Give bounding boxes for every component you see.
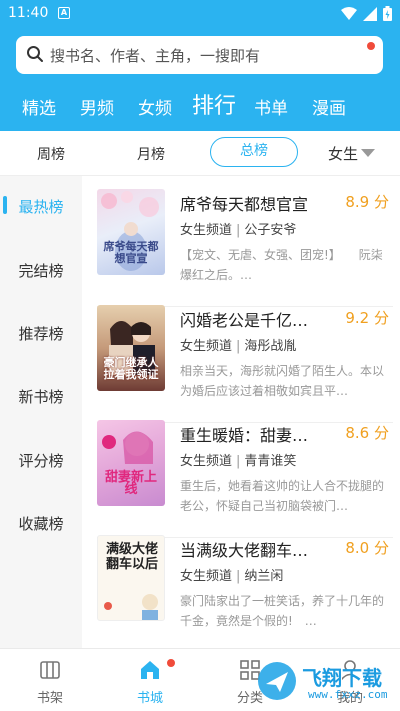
book-cover[interactable]: 甜妻新上线 [97, 420, 165, 506]
book-score: 8.9 分 [345, 193, 389, 211]
rank-period-tabs: 周榜 月榜 总榜 女生 [0, 131, 400, 176]
status-bar: 11:40 A [0, 0, 400, 28]
cover-title: 满级大佬翻车以后 [105, 542, 158, 572]
book-description: 相亲当天，海彤就闪婚了陌生人。本以为婚后应该过着相敬如宾且平… [180, 364, 385, 398]
book-channel: 女生频道 [180, 223, 233, 238]
nav-tab-female[interactable]: 女频 [138, 94, 172, 119]
top-nav: 精选 男频 女频 排行 书单 漫画 [0, 88, 400, 124]
wifi-icon [341, 6, 357, 20]
notification-dot [367, 42, 375, 50]
sidebar-item-new[interactable]: 新书榜 [0, 386, 82, 407]
tab-monthly[interactable]: 月榜 [137, 144, 165, 164]
sidebar-item-completed[interactable]: 完结榜 [0, 260, 82, 281]
nav-tab-booklist[interactable]: 书单 [254, 94, 288, 119]
battery-icon [383, 6, 392, 21]
app-header: 11:40 A 搜书名、作者、主角，一搜即有 精选 男频 女频 排行 书单 漫画 [0, 0, 400, 131]
tab-overall[interactable]: 总榜 [210, 137, 298, 167]
search-icon [27, 46, 43, 62]
search-placeholder: 搜书名、作者、主角，一搜即有 [50, 47, 261, 65]
tab-weekly[interactable]: 周榜 [37, 144, 65, 164]
caret-down-icon[interactable] [361, 149, 375, 157]
ranking-sidebar: 最热榜 完结榜 推荐榜 新书榜 评分榜 收藏榜 [0, 176, 82, 648]
signal-icon [363, 6, 377, 21]
gender-select[interactable]: 女生 [328, 143, 358, 164]
book-author: 青青谁笑 [244, 454, 297, 469]
cover-title: 席爷每天都想官宣 [103, 240, 159, 265]
status-time: 11:40 [8, 5, 49, 21]
book-item[interactable]: 豪门继承人拉着我领证 闪婚老公是千亿… 9.2 分 女生频道 | 海彤战胤 相亲当天… [97, 305, 393, 423]
book-channel: 女生频道 [180, 339, 233, 354]
book-meta: 女生频道 | 纳兰闲 [180, 565, 283, 584]
book-title[interactable]: 重生暖婚：甜妻… [180, 422, 330, 446]
bottom-nav-label: 书架 [36, 691, 63, 706]
book-channel: 女生频道 [180, 454, 233, 469]
book-meta: 女生频道 | 海彤战胤 [180, 335, 296, 354]
nav-tab-ranking[interactable]: 排行 [192, 88, 236, 120]
book-description: 【宠文、无虐、女强、团宠!】 阮柒爆红之后。… [180, 248, 383, 282]
bottom-nav-bookstore[interactable]: 书城 [100, 649, 200, 711]
book-item[interactable]: 席爷每天都想官宣 席爷每天都想官宣 8.9 分 女生频道 | 公子安爷 【宠文、无虐… [97, 189, 393, 307]
meta-divider: | [236, 569, 241, 584]
sidebar-item-recommended[interactable]: 推荐榜 [0, 323, 82, 344]
meta-divider: | [236, 223, 241, 238]
book-score: 8.0 分 [345, 539, 389, 557]
book-score: 8.6 分 [345, 424, 389, 442]
book-description: 重生后，她看着这帅的让人合不拢腿的老公，怀疑自己当初脑袋被门… [180, 479, 385, 513]
book-meta: 女生频道 | 青青谁笑 [180, 450, 296, 469]
cover-title: 甜妻新上线 [104, 470, 157, 497]
sidebar-item-favorites[interactable]: 收藏榜 [0, 513, 82, 534]
book-item[interactable]: 甜妻新上线 重生暖婚：甜妻… 8.6 分 女生频道 | 青青谁笑 重生后，她看着这帅… [97, 420, 393, 538]
book-author: 纳兰闲 [244, 569, 284, 584]
book-meta: 女生频道 | 公子安爷 [180, 219, 296, 238]
watermark-title: 飞翔下载 [302, 666, 382, 690]
watermark-logo [258, 662, 296, 700]
bottom-nav-bookshelf[interactable]: 书架 [0, 649, 100, 711]
meta-divider: | [236, 454, 241, 469]
watermark-url: www.fxxz.com [308, 688, 388, 701]
book-item[interactable]: 满级大佬翻车以后 当满级大佬翻车… 8.0 分 女生频道 | 纳兰闲 豪门陆家出了一… [97, 535, 393, 653]
book-title[interactable]: 席爷每天都想官宣 [180, 191, 330, 215]
sidebar-item-rating[interactable]: 评分榜 [0, 450, 82, 471]
home-icon [141, 661, 159, 679]
book-cover[interactable]: 满级大佬翻车以后 [97, 535, 165, 621]
status-icons [341, 6, 392, 21]
cover-title: 豪门继承人拉着我领证 [103, 356, 159, 381]
book-description: 豪门陆家出了一桩笑话，养了十几年的千金，竟然是个假的! … [180, 594, 385, 628]
book-title[interactable]: 当满级大佬翻车… [180, 537, 330, 561]
book-cover[interactable]: 席爷每天都想官宣 [97, 189, 165, 275]
notification-dot [167, 659, 175, 667]
book-title[interactable]: 闪婚老公是千亿… [180, 307, 330, 331]
nav-tab-featured[interactable]: 精选 [22, 94, 56, 119]
meta-divider: | [236, 339, 241, 354]
nav-tab-male[interactable]: 男频 [80, 94, 114, 119]
sidebar-item-hottest[interactable]: 最热榜 [0, 196, 82, 217]
book-author: 海彤战胤 [244, 339, 297, 354]
search-input[interactable]: 搜书名、作者、主角，一搜即有 [16, 36, 383, 74]
book-author: 公子安爷 [244, 223, 297, 238]
nav-tab-comics[interactable]: 漫画 [312, 94, 346, 119]
bottom-nav-label: 书城 [136, 691, 163, 706]
bookshelf-icon [40, 661, 60, 679]
book-score: 9.2 分 [345, 309, 389, 327]
notification-a-icon: A [58, 7, 70, 19]
site-watermark: 飞翔下载 www.fxxz.com [250, 654, 400, 711]
book-channel: 女生频道 [180, 569, 233, 584]
book-cover[interactable]: 豪门继承人拉着我领证 [97, 305, 165, 391]
